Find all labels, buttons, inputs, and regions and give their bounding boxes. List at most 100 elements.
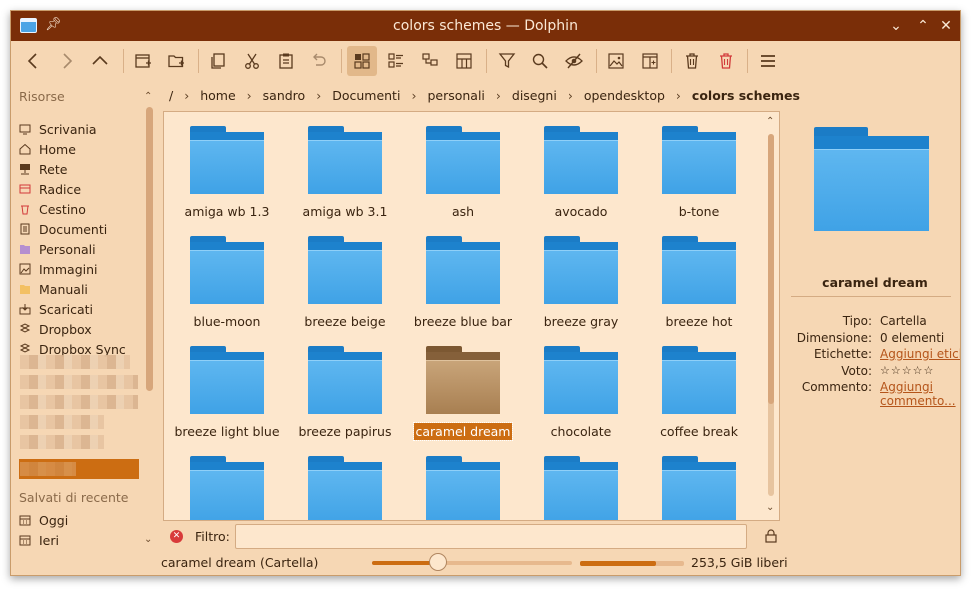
sidebar-item-manuali[interactable]: Manuali bbox=[19, 279, 141, 299]
folder-item[interactable]: breeze hot bbox=[640, 222, 758, 330]
folder-item[interactable]: avocado bbox=[522, 112, 640, 220]
breadcrumb-separator-icon: › bbox=[495, 87, 501, 103]
folder-item[interactable]: ash bbox=[404, 112, 522, 220]
breadcrumb: / › home › sandro › Documenti › personali › diseg… bbox=[164, 84, 800, 106]
folder-item[interactable]: breeze gray bbox=[522, 222, 640, 330]
folder-icon bbox=[662, 236, 736, 306]
sidebar-item-ieri[interactable]: Ieri bbox=[19, 530, 141, 550]
icons-view-button[interactable] bbox=[347, 46, 377, 76]
title-bar[interactable]: 📌︎ colors schemes — Dolphin ⌄ ⌃ ✕ bbox=[11, 11, 960, 41]
folder-name: b-tone bbox=[678, 204, 720, 219]
scroll-down-arrow-icon[interactable]: ⌄ bbox=[144, 534, 152, 545]
undo-button[interactable] bbox=[304, 46, 334, 76]
filter-button[interactable] bbox=[492, 46, 522, 76]
clear-filter-icon[interactable]: ✕ bbox=[170, 530, 183, 543]
sidebar-item-dropbox[interactable]: Dropbox bbox=[19, 319, 141, 339]
lock-icon[interactable] bbox=[763, 528, 779, 544]
paste-button[interactable] bbox=[271, 46, 301, 76]
sidebar-item-radice[interactable]: Radice bbox=[19, 179, 141, 199]
sidebar-item-label: Scaricati bbox=[39, 301, 93, 317]
delete-button[interactable] bbox=[711, 46, 741, 76]
breadcrumb-item[interactable]: sandro bbox=[263, 88, 306, 103]
new-folder-button[interactable] bbox=[161, 46, 191, 76]
zoom-slider-handle[interactable] bbox=[429, 553, 447, 571]
breadcrumb-item[interactable]: disegni bbox=[512, 88, 557, 103]
selected-folder-item[interactable]: caramel dream bbox=[404, 332, 522, 441]
scroll-thumb[interactable] bbox=[768, 134, 774, 404]
details-view-button[interactable] bbox=[381, 46, 411, 76]
folder-item[interactable]: blue-moon bbox=[168, 222, 286, 330]
split-button[interactable] bbox=[635, 46, 665, 76]
chevron-left-icon bbox=[27, 53, 37, 69]
sidebar-item-scaricati[interactable]: Scaricati bbox=[19, 299, 141, 319]
folder-item[interactable]: chocolate bbox=[522, 332, 640, 440]
new-window-button[interactable] bbox=[128, 46, 158, 76]
scroll-up-arrow-icon[interactable]: ⌃ bbox=[766, 116, 774, 127]
folder-item[interactable]: coffee break bbox=[640, 332, 758, 440]
minimize-chevron-icon[interactable]: ⌄ bbox=[887, 17, 905, 35]
maximize-icon[interactable]: ⌃ bbox=[914, 17, 932, 35]
sidebar-item-documenti[interactable]: Documenti bbox=[19, 219, 141, 239]
show-hidden-button[interactable] bbox=[559, 46, 589, 76]
search-button[interactable] bbox=[525, 46, 555, 76]
breadcrumb-separator-icon: › bbox=[411, 87, 417, 103]
move-to-trash-button[interactable] bbox=[677, 46, 707, 76]
folder-item[interactable]: amiga wb 1.3 bbox=[168, 112, 286, 220]
hamburger-menu-button[interactable] bbox=[753, 46, 783, 76]
sidebar-item-rete[interactable]: Rete bbox=[19, 159, 141, 179]
breadcrumb-item[interactable]: home bbox=[200, 88, 235, 103]
folder-item[interactable]: breeze beige bbox=[286, 222, 404, 330]
sidebar-item-oggi[interactable]: Oggi bbox=[19, 510, 141, 530]
info-value: 0 elementi bbox=[880, 330, 945, 345]
sidebar-item-questo-mese[interactable]: Questo mese bbox=[19, 550, 141, 551]
close-icon[interactable]: ✕ bbox=[937, 17, 955, 35]
breadcrumb-item[interactable]: colors schemes bbox=[692, 88, 800, 103]
folder-item[interactable] bbox=[404, 442, 522, 520]
folder-icon bbox=[544, 346, 618, 416]
sidebar-item-immagini[interactable]: Immagini bbox=[19, 259, 141, 279]
cut-button[interactable] bbox=[237, 46, 267, 76]
breadcrumb-item[interactable]: personali bbox=[427, 88, 484, 103]
breadcrumb-separator-icon: › bbox=[184, 87, 190, 103]
sidebar-item-scrivania[interactable]: Scrivania bbox=[19, 119, 141, 139]
folder-item[interactable] bbox=[286, 442, 404, 520]
folder-icon bbox=[190, 346, 264, 416]
breadcrumb-item[interactable]: opendesktop bbox=[584, 88, 665, 103]
scroll-down-arrow-icon[interactable]: ⌄ bbox=[766, 502, 774, 513]
preview-button[interactable] bbox=[601, 46, 631, 76]
scroll-up-arrow-icon[interactable]: ⌃ bbox=[144, 91, 152, 102]
compact-view-button[interactable] bbox=[449, 46, 479, 76]
chevron-up-icon bbox=[92, 55, 108, 65]
forward-button[interactable] bbox=[52, 46, 82, 76]
folder-label: amiga wb 3.1 bbox=[286, 204, 404, 219]
folder-item[interactable]: breeze blue bar bbox=[404, 222, 522, 330]
sidebar-item-home[interactable]: Home bbox=[19, 139, 141, 159]
file-icon-view[interactable]: amiga wb 1.3 amiga wb 3.1 ash avocado b-tone… bbox=[163, 111, 780, 521]
zoom-slider[interactable] bbox=[372, 553, 572, 571]
info-link[interactable]: Aggiungi etichette bbox=[880, 347, 960, 361]
folder-item[interactable]: b-tone bbox=[640, 112, 758, 220]
info-key: Dimensione: bbox=[796, 330, 872, 345]
view-vertical-scrollbar[interactable]: ⌃ ⌄ bbox=[765, 116, 777, 516]
folder-label: blue-moon bbox=[168, 314, 286, 329]
places-scrollbar[interactable] bbox=[146, 107, 153, 391]
folder-item[interactable] bbox=[522, 442, 640, 520]
up-button[interactable] bbox=[85, 46, 115, 76]
info-link-continued[interactable]: commento... bbox=[880, 394, 960, 408]
rating-stars[interactable]: ☆☆☆☆☆ bbox=[880, 364, 960, 377]
folder-item[interactable] bbox=[168, 442, 286, 520]
folder-item[interactable]: breeze light blue bbox=[168, 332, 286, 440]
tree-view-button[interactable] bbox=[415, 46, 445, 76]
copy-button[interactable] bbox=[203, 46, 233, 76]
back-button[interactable] bbox=[18, 46, 48, 76]
hamburger-menu-icon bbox=[761, 55, 775, 67]
sidebar-item-personali[interactable]: Personali bbox=[19, 239, 141, 259]
breadcrumb-item[interactable]: Documenti bbox=[332, 88, 400, 103]
dropbox-icon bbox=[19, 323, 31, 335]
sidebar-item-cestino[interactable]: Cestino bbox=[19, 199, 141, 219]
filter-input[interactable] bbox=[235, 524, 747, 549]
folder-item[interactable]: breeze papirus bbox=[286, 332, 404, 440]
folder-item[interactable] bbox=[640, 442, 758, 520]
folder-item[interactable]: amiga wb 3.1 bbox=[286, 112, 404, 220]
info-link[interactable]: Aggiungi bbox=[880, 380, 960, 394]
